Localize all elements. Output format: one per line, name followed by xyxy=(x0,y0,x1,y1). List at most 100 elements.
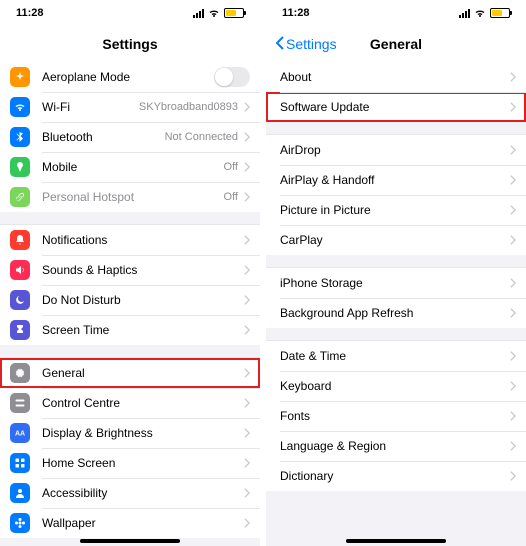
row-general[interactable]: General xyxy=(0,358,260,388)
chevron-right-icon xyxy=(244,488,250,498)
row-screentime[interactable]: Screen Time xyxy=(0,315,260,345)
wifi-status-icon xyxy=(474,7,486,19)
row-pip[interactable]: Picture in Picture xyxy=(266,195,526,225)
row-detail: Off xyxy=(224,191,238,203)
chevron-right-icon xyxy=(510,411,516,421)
row-label: Software Update xyxy=(280,100,510,114)
row-wallpaper[interactable]: Wallpaper xyxy=(0,508,260,538)
row-label: About xyxy=(280,70,510,84)
row-label: Home Screen xyxy=(42,456,244,470)
chevron-right-icon xyxy=(244,458,250,468)
chevron-right-icon xyxy=(510,145,516,155)
row-mobile[interactable]: MobileOff xyxy=(0,152,260,182)
row-about[interactable]: About xyxy=(266,62,526,92)
row-aeroplane[interactable]: Aeroplane Mode xyxy=(0,62,260,92)
row-wifi[interactable]: Wi-FiSKYbroadband0893 xyxy=(0,92,260,122)
home-indicator[interactable] xyxy=(80,539,180,543)
chevron-right-icon xyxy=(244,368,250,378)
person-icon xyxy=(10,483,30,503)
aa-icon: AA xyxy=(10,423,30,443)
status-right xyxy=(459,7,510,19)
bell-icon xyxy=(10,230,30,250)
row-detail: Not Connected xyxy=(165,131,238,143)
row-bluetooth[interactable]: BluetoothNot Connected xyxy=(0,122,260,152)
phone-left: 11:28 Settings Aeroplane Mode Wi-FiSKYbro… xyxy=(0,0,260,546)
chevron-right-icon xyxy=(244,428,250,438)
row-label: Do Not Disturb xyxy=(42,293,244,307)
chevron-right-icon xyxy=(510,175,516,185)
status-time: 11:28 xyxy=(282,7,310,19)
row-language[interactable]: Language & Region xyxy=(266,431,526,461)
chevron-right-icon xyxy=(244,295,250,305)
switches-icon xyxy=(10,393,30,413)
row-label: Fonts xyxy=(280,409,510,423)
status-bar: 11:28 xyxy=(266,0,526,26)
row-label: Sounds & Haptics xyxy=(42,263,244,277)
chevron-right-icon xyxy=(244,398,250,408)
row-label: Mobile xyxy=(42,160,224,174)
nav-bar: Settings xyxy=(0,26,260,62)
aeroplane-icon xyxy=(10,67,30,87)
row-detail: SKYbroadband0893 xyxy=(139,101,238,113)
row-accessibility[interactable]: Accessibility xyxy=(0,478,260,508)
nav-title: Settings xyxy=(102,36,157,52)
home-indicator[interactable] xyxy=(346,539,446,543)
row-label: Picture in Picture xyxy=(280,203,510,217)
chevron-right-icon xyxy=(510,471,516,481)
chevron-right-icon xyxy=(510,381,516,391)
toggle-aeroplane[interactable] xyxy=(214,67,250,87)
row-label: iPhone Storage xyxy=(280,276,510,290)
status-bar: 11:28 xyxy=(0,0,260,26)
row-airdrop[interactable]: AirDrop xyxy=(266,135,526,165)
battery-icon xyxy=(490,8,510,18)
settings-list[interactable]: Aeroplane ModeWi-FiSKYbroadband0893Bluet… xyxy=(0,62,260,546)
row-storage[interactable]: iPhone Storage xyxy=(266,268,526,298)
row-label: Aeroplane Mode xyxy=(42,70,214,84)
row-notifications[interactable]: Notifications xyxy=(0,225,260,255)
speaker-icon xyxy=(10,260,30,280)
chevron-right-icon xyxy=(244,132,250,142)
row-keyboard[interactable]: Keyboard xyxy=(266,371,526,401)
row-label: Accessibility xyxy=(42,486,244,500)
row-label: Bluetooth xyxy=(42,130,165,144)
row-label: AirDrop xyxy=(280,143,510,157)
back-button[interactable]: Settings xyxy=(276,36,337,53)
row-display[interactable]: AADisplay & Brightness xyxy=(0,418,260,448)
row-fonts[interactable]: Fonts xyxy=(266,401,526,431)
row-carplay[interactable]: CarPlay xyxy=(266,225,526,255)
chevron-right-icon xyxy=(510,278,516,288)
row-dnd[interactable]: Do Not Disturb xyxy=(0,285,260,315)
link-icon xyxy=(10,187,30,207)
back-label: Settings xyxy=(286,36,337,52)
row-datetime[interactable]: Date & Time xyxy=(266,341,526,371)
chevron-left-icon xyxy=(276,36,284,53)
chevron-right-icon xyxy=(510,441,516,451)
row-detail: Off xyxy=(224,161,238,173)
chevron-right-icon xyxy=(244,265,250,275)
nav-title: General xyxy=(370,36,422,52)
row-home[interactable]: Home Screen xyxy=(0,448,260,478)
row-background[interactable]: Background App Refresh xyxy=(266,298,526,328)
row-dictionary[interactable]: Dictionary xyxy=(266,461,526,491)
grid-icon xyxy=(10,453,30,473)
row-hotspot[interactable]: Personal HotspotOff xyxy=(0,182,260,212)
cellular-signal-icon xyxy=(193,9,204,18)
row-airplay[interactable]: AirPlay & Handoff xyxy=(266,165,526,195)
chevron-right-icon xyxy=(244,325,250,335)
row-sounds[interactable]: Sounds & Haptics xyxy=(0,255,260,285)
chevron-right-icon xyxy=(244,192,250,202)
row-label: Keyboard xyxy=(280,379,510,393)
bluetooth-icon xyxy=(10,127,30,147)
antenna-icon xyxy=(10,157,30,177)
cellular-signal-icon xyxy=(459,9,470,18)
battery-icon xyxy=(224,8,244,18)
general-list[interactable]: About Software Update AirDrop AirPlay & Han… xyxy=(266,62,526,546)
row-label: Wi-Fi xyxy=(42,100,139,114)
wifi-status-icon xyxy=(208,7,220,19)
wifi-icon xyxy=(10,97,30,117)
row-control[interactable]: Control Centre xyxy=(0,388,260,418)
row-software-update[interactable]: Software Update xyxy=(266,92,526,122)
row-label: Background App Refresh xyxy=(280,306,510,320)
chevron-right-icon xyxy=(510,72,516,82)
row-label: Dictionary xyxy=(280,469,510,483)
